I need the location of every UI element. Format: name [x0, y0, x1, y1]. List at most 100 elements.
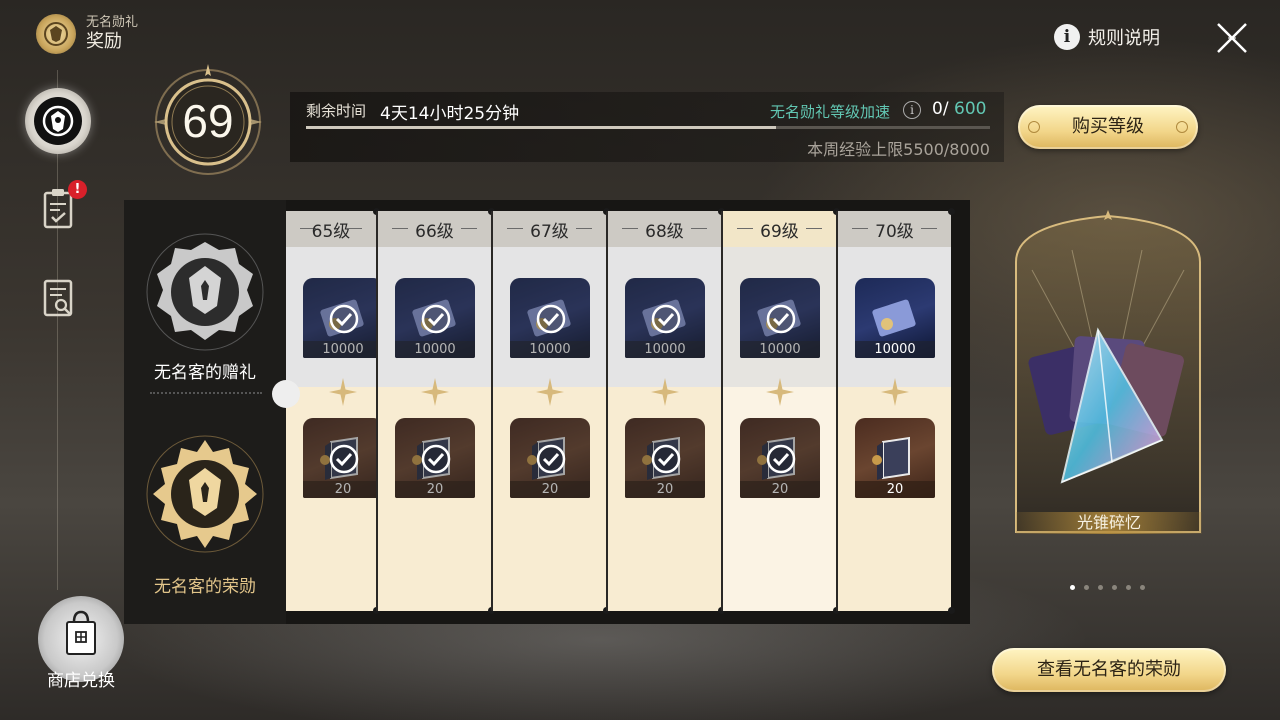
level-label: 66级 — [415, 222, 454, 242]
time-remaining-value: 4天14小时25分钟 — [380, 104, 520, 124]
level-deco-right — [346, 228, 362, 229]
star-divider-icon — [764, 376, 796, 408]
carousel-dot[interactable] — [1084, 585, 1089, 590]
claimed-check-icon — [651, 444, 681, 474]
free-reward-item[interactable]: 10000 — [303, 278, 376, 358]
level-label: 69级 — [760, 222, 799, 242]
level-header: 66级 — [378, 211, 491, 247]
column-pin — [948, 607, 955, 614]
reward-quantity: 10000 — [740, 341, 820, 358]
claimed-check-icon — [421, 304, 451, 334]
reward-quantity: 10000 — [303, 341, 376, 358]
reward-quantity: 20 — [740, 481, 820, 498]
free-reward-item[interactable]: 10000 — [510, 278, 590, 358]
weekly-exp-fill — [306, 126, 777, 129]
carousel-dot[interactable] — [1098, 585, 1103, 590]
reward-column: 66级 10000 20 — [378, 211, 491, 611]
reward-quantity: 20 — [303, 481, 376, 498]
nameless-emblem-icon — [36, 14, 76, 54]
credit-card-item-icon — [872, 299, 916, 337]
level-deco-right — [691, 228, 707, 229]
star-divider-icon — [879, 376, 911, 408]
missions-alert-badge: ! — [68, 180, 87, 199]
level-label: 67级 — [530, 222, 569, 242]
reward-column: 70级 10000 20 — [838, 211, 951, 611]
info-icon: i — [1054, 24, 1080, 50]
nav-rewards-button[interactable] — [25, 88, 91, 154]
reward-column: 69级 10000 20 — [723, 211, 836, 611]
close-icon[interactable] — [1214, 20, 1250, 56]
paid-reward-item[interactable]: 20 — [855, 418, 935, 498]
view-paid-track-button[interactable]: 查看无名客的荣勋 — [992, 648, 1226, 692]
reward-quantity: 20 — [395, 481, 475, 498]
weekly-exp-limit: 本周经验上限5500/8000 — [807, 140, 990, 159]
level-boost-max: 600 — [954, 99, 987, 119]
carousel-dot[interactable] — [1126, 585, 1131, 590]
level-deco-right — [576, 228, 592, 229]
button-ornament-icon — [1028, 121, 1040, 133]
time-remaining-label: 剩余时间 — [306, 102, 367, 120]
reward-column: 68级 10000 20 — [608, 211, 721, 611]
carousel-dot[interactable] — [1140, 585, 1145, 590]
claimed-check-icon — [421, 444, 451, 474]
star-divider-icon — [534, 376, 566, 408]
free-reward-item[interactable]: 10000 — [855, 278, 935, 358]
claimed-check-icon — [766, 444, 796, 474]
level-header: 70级 — [838, 211, 951, 247]
carousel-dot[interactable] — [1070, 585, 1075, 590]
boost-info-icon[interactable]: i — [903, 101, 921, 119]
reward-quantity: 20 — [625, 481, 705, 498]
paid-reward-item[interactable]: 20 — [303, 418, 376, 498]
level-label: 70级 — [875, 222, 914, 242]
page-title: 奖励 — [86, 31, 122, 52]
reward-quantity: 10000 — [625, 341, 705, 358]
current-level: 69 — [182, 95, 234, 147]
featured-reward-card[interactable] — [1012, 210, 1204, 536]
level-deco-right — [806, 228, 822, 229]
paid-reward-item[interactable]: 20 — [625, 418, 705, 498]
free-reward-item[interactable]: 10000 — [740, 278, 820, 358]
shopping-bag-icon — [66, 610, 96, 655]
featured-reward-label: 光锥碎忆 — [1016, 512, 1202, 534]
page-header: 无名勋礼 奖励 — [36, 14, 138, 54]
free-track-label: 无名客的赠礼 — [154, 363, 256, 383]
level-header: 67级 — [493, 211, 606, 247]
button-ornament-icon — [1176, 121, 1188, 133]
paid-reward-item[interactable]: 20 — [510, 418, 590, 498]
featured-carousel-dots — [1070, 585, 1145, 590]
track-scroll-knob[interactable] — [272, 380, 300, 408]
carousel-dot[interactable] — [1112, 585, 1117, 590]
claimed-check-icon — [329, 304, 359, 334]
free-reward-item[interactable]: 10000 — [625, 278, 705, 358]
column-divider — [836, 211, 838, 611]
shop-exchange-label: 商店兑换 — [47, 671, 115, 691]
pass-emblem-icon — [34, 97, 82, 145]
star-divider-icon — [649, 376, 681, 408]
column-divider — [721, 211, 723, 611]
paid-reward-item[interactable]: 20 — [740, 418, 820, 498]
reward-quantity: 10000 — [855, 341, 935, 358]
level-header: 68级 — [608, 211, 721, 247]
free-reward-item[interactable]: 10000 — [395, 278, 475, 358]
page-subtitle: 无名勋礼 — [86, 15, 139, 30]
book-item-icon — [872, 436, 910, 480]
buy-level-button[interactable]: 购买等级 — [1018, 105, 1198, 149]
buy-level-label: 购买等级 — [1072, 116, 1144, 137]
claimed-check-icon — [766, 304, 796, 334]
rules-button[interactable]: i 规则说明 — [1054, 24, 1160, 50]
paid-track-emblem-icon — [146, 435, 264, 553]
claimed-check-icon — [651, 304, 681, 334]
view-paid-track-label: 查看无名客的荣勋 — [1037, 659, 1181, 680]
level-boost-label: 无名勋礼等级加速 — [770, 103, 891, 121]
column-divider — [376, 211, 378, 611]
reward-quantity: 20 — [855, 481, 935, 498]
reward-quantity: 10000 — [510, 341, 590, 358]
claimed-check-icon — [329, 444, 359, 474]
shop-exchange-button[interactable]: 商店兑换 — [38, 596, 124, 691]
rules-label: 规则说明 — [1088, 28, 1160, 49]
reward-quantity: 20 — [510, 481, 590, 498]
paid-reward-item[interactable]: 20 — [395, 418, 475, 498]
reward-column: 67级 10000 20 — [493, 211, 606, 611]
level-label: 68级 — [645, 222, 684, 242]
nav-history-search-icon[interactable] — [40, 276, 76, 320]
